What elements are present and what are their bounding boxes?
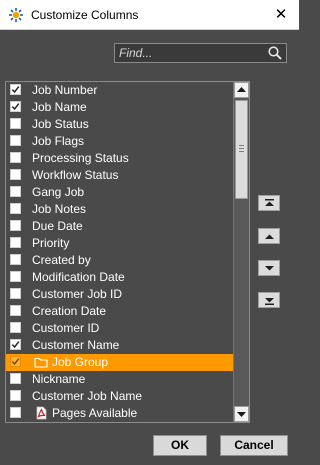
column-label: Customer Job ID [32,287,123,301]
checkmark-icon [11,86,20,94]
column-row[interactable]: Job Number [6,82,234,99]
title-bar: Customize Columns ✕ [0,0,299,30]
folder-icon [34,357,48,368]
move-down-button[interactable] [258,260,280,276]
column-checkbox[interactable] [10,220,21,231]
column-row[interactable]: Nickname [6,371,234,388]
scroll-up-arrow-icon [237,87,246,92]
customize-columns-dialog: Customize Columns ✕ Job NumberJob NameJo… [0,0,299,465]
column-checkbox[interactable] [10,390,21,401]
column-row[interactable]: Workflow Status [6,167,234,184]
column-label: Priority [32,236,70,250]
column-checkbox[interactable] [10,186,21,197]
thumb-grip [239,151,244,152]
checkmark-icon [11,341,20,349]
up-arrow-icon [265,234,274,239]
column-row[interactable]: Pages Available [6,405,234,422]
column-checkbox[interactable] [10,101,21,112]
column-row[interactable]: Job Status [6,116,234,133]
double-down-arrow-icon [265,298,274,305]
column-row[interactable]: Customer ID [6,320,234,337]
column-label: Customer ID [32,321,100,335]
column-label: Job Number [32,83,98,97]
column-label: Creation Date [32,304,107,318]
dialog-title: Customize Columns [31,8,139,22]
column-row[interactable]: Processing Status [6,150,234,167]
scroll-down-arrow-icon [237,412,246,417]
checkmark-icon [11,358,20,366]
column-label: Due Date [32,219,83,233]
checkmark-icon [11,103,20,111]
scrollbar-thumb[interactable] [235,100,248,199]
column-label: Gang Job [32,185,85,199]
column-checkbox[interactable] [10,203,21,214]
column-checkbox[interactable] [10,322,21,333]
close-button[interactable]: ✕ [269,3,293,27]
column-checkbox[interactable] [10,118,21,129]
move-up-button[interactable] [258,228,280,244]
column-row[interactable]: Modification Date [6,269,234,286]
column-checkbox[interactable] [10,152,21,163]
double-up-arrow-icon [265,199,274,206]
column-checkbox[interactable] [10,407,21,418]
columns-list[interactable]: Job Number Job Name Job Status Job Flags Pro… [5,81,250,423]
column-label: Pages Available [52,406,138,420]
column-row[interactable]: Job Notes [6,201,234,218]
column-label: Job Name [32,100,87,114]
column-row[interactable]: Customer Job Name [6,388,234,405]
app-icon [9,8,23,22]
column-checkbox[interactable] [10,169,21,180]
move-to-top-button[interactable] [258,195,280,211]
column-checkbox[interactable] [10,135,21,146]
scroll-up-button[interactable] [234,82,249,98]
column-row[interactable]: Priority [6,235,234,252]
column-row[interactable]: Job Group [6,354,234,371]
column-row[interactable]: Job Flags [6,133,234,150]
down-arrow-icon [265,266,274,271]
column-label: Created by [32,253,91,267]
column-checkbox[interactable] [10,356,21,367]
column-label: Job Notes [32,202,87,216]
column-label: Customer Name [32,338,120,352]
column-label: Job Status [32,117,89,131]
column-label: Processing Status [32,151,129,165]
cancel-button[interactable]: Cancel [220,435,288,456]
pdf-document-icon [36,406,47,420]
move-to-bottom-button[interactable] [258,292,280,308]
column-checkbox[interactable] [10,288,21,299]
column-label: Modification Date [32,270,125,284]
column-label: Job Flags [32,134,85,148]
column-row[interactable]: Created by [6,252,234,269]
column-row[interactable]: Customer Name [6,337,234,354]
column-row[interactable]: Customer Job ID [6,286,234,303]
column-row[interactable]: Due Date [6,218,234,235]
search-box [114,43,287,63]
column-checkbox[interactable] [10,339,21,350]
column-label: Job Group [52,355,109,369]
column-checkbox[interactable] [10,254,21,265]
column-row[interactable]: Gang Job [6,184,234,201]
column-label: Nickname [32,372,86,386]
thumb-grip [239,145,244,146]
scroll-down-button[interactable] [234,406,249,422]
ok-button[interactable]: OK [153,435,207,456]
search-input[interactable] [119,44,265,62]
thumb-grip [239,148,244,149]
search-icon[interactable] [267,45,283,61]
column-row[interactable]: Job Name [6,99,234,116]
column-checkbox[interactable] [10,271,21,282]
column-label: Customer Job Name [32,389,143,403]
column-label: Workflow Status [32,168,119,182]
column-checkbox[interactable] [10,237,21,248]
column-checkbox[interactable] [10,305,21,316]
column-checkbox[interactable] [10,84,21,95]
vertical-scrollbar[interactable] [233,82,249,422]
column-checkbox[interactable] [10,373,21,384]
column-row[interactable]: Creation Date [6,303,234,320]
